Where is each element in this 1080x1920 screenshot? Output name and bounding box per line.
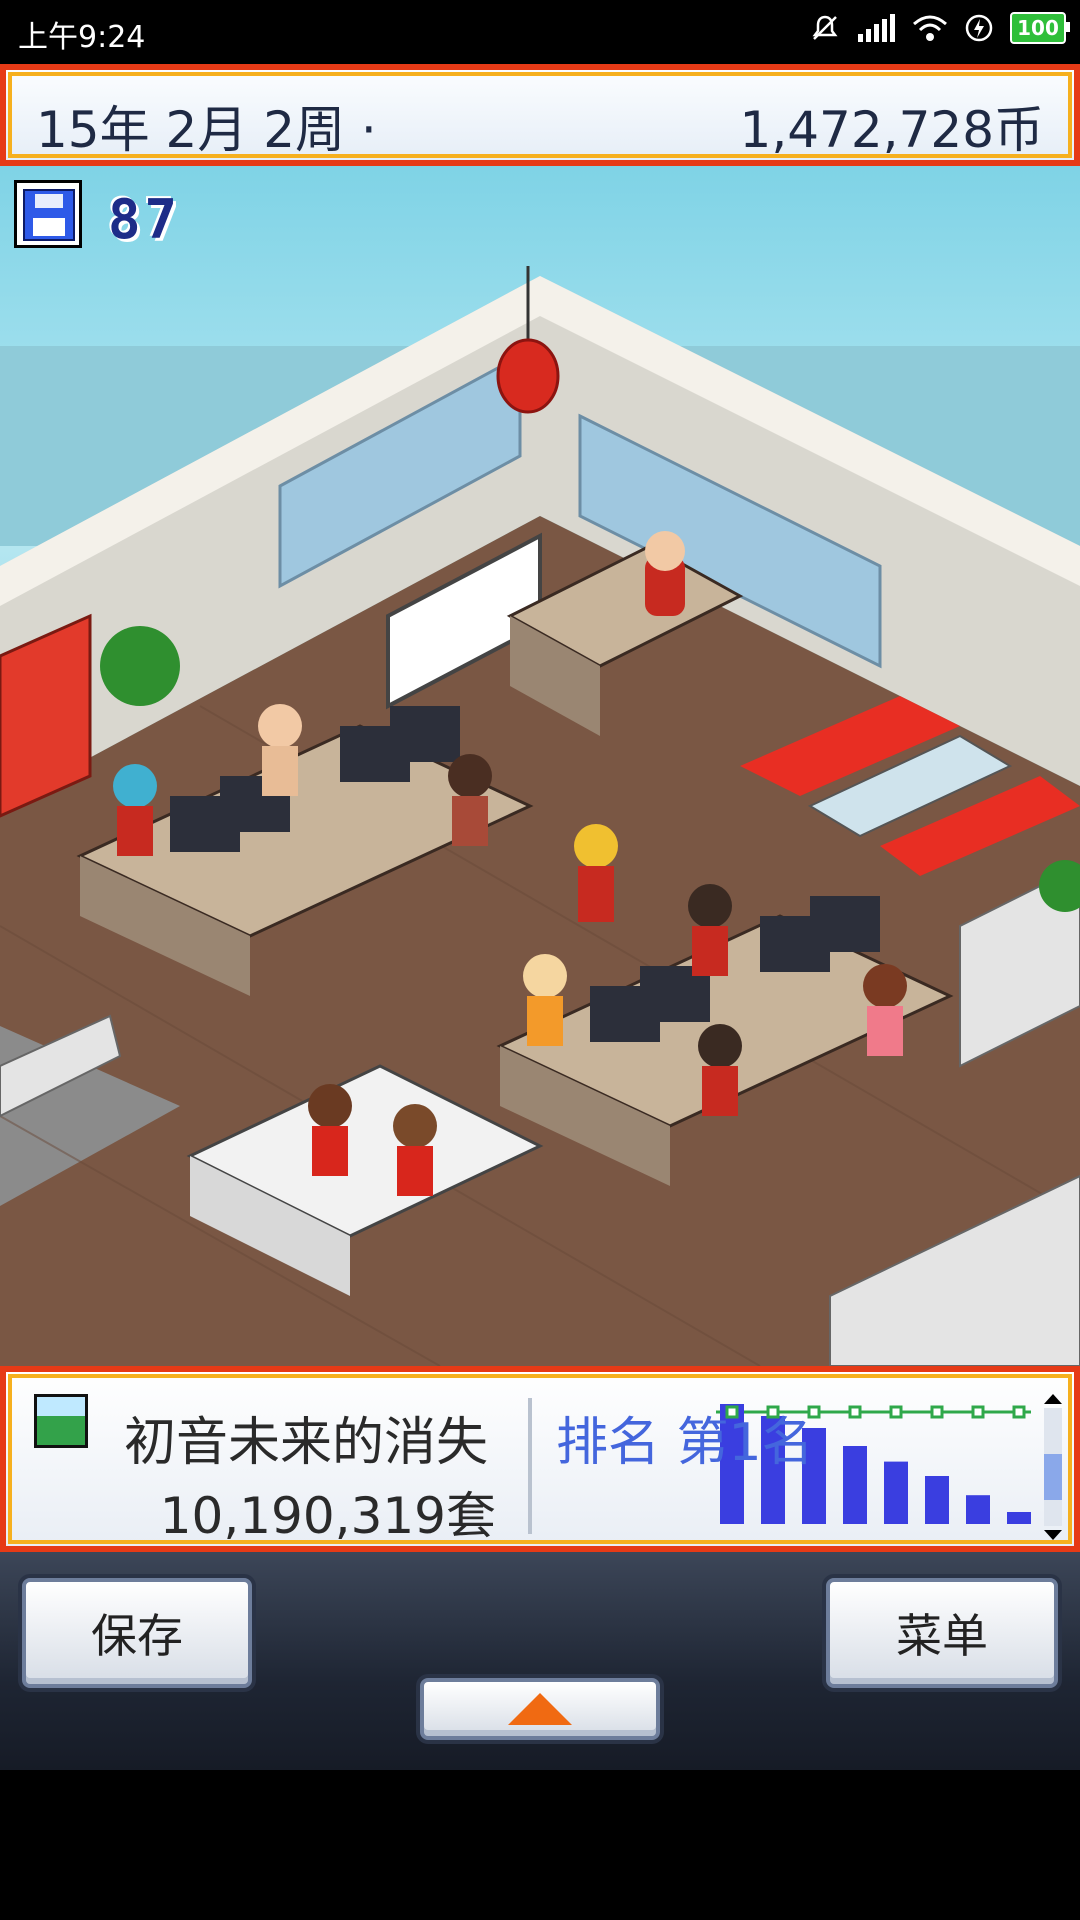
top-info-bar: 15年 2月 2周 · 1,472,728币 xyxy=(0,64,1080,166)
battery-icon: 100 xyxy=(1010,12,1070,44)
charging-icon xyxy=(965,14,993,42)
save-count: 87 xyxy=(108,188,182,251)
rank-marker xyxy=(1012,1405,1026,1419)
office-floor-art[interactable] xyxy=(0,166,1080,1366)
office-scene[interactable]: 87 xyxy=(0,166,1080,1366)
panel-divider xyxy=(528,1398,532,1534)
signal-icon xyxy=(858,14,895,42)
save-button[interactable]: 保存 xyxy=(22,1578,252,1688)
rank-marker xyxy=(930,1405,944,1419)
rank-marker xyxy=(971,1405,985,1419)
status-bar: 上午9:24 100 xyxy=(0,0,1080,64)
floppy-disk-icon xyxy=(14,180,82,248)
game-date: 15年 2月 2周 · xyxy=(36,101,377,159)
wifi-icon xyxy=(913,15,947,41)
rank-marker xyxy=(889,1405,903,1419)
bottom-control-bar: 保存 菜单 xyxy=(0,1552,1080,1770)
status-icons: 100 xyxy=(810,12,1070,44)
money-counter: 1,472,728币 xyxy=(739,101,1044,159)
game-cover-icon xyxy=(34,1394,88,1448)
panel-scrollbar[interactable] xyxy=(1042,1394,1064,1540)
rank-bar xyxy=(884,1461,908,1524)
rank-label: 排名 第1名 xyxy=(556,1413,814,1473)
expand-up-button[interactable] xyxy=(420,1678,660,1740)
game-title: 初音未来的消失 xyxy=(124,1413,489,1473)
rank-bar xyxy=(843,1446,867,1524)
game-info-panel[interactable]: 初音未来的消失 10,190,319套 排名 第1名 xyxy=(0,1366,1080,1552)
rank-bar xyxy=(966,1495,990,1524)
rank-bar xyxy=(925,1476,949,1524)
rank-bar xyxy=(1007,1512,1031,1524)
status-time: 上午9:24 xyxy=(18,20,146,55)
game-sales: 10,190,319套 xyxy=(159,1487,496,1545)
menu-button[interactable]: 菜单 xyxy=(826,1578,1058,1688)
rank-marker xyxy=(848,1405,862,1419)
mute-icon xyxy=(812,15,838,40)
arrow-up-icon xyxy=(508,1693,572,1725)
